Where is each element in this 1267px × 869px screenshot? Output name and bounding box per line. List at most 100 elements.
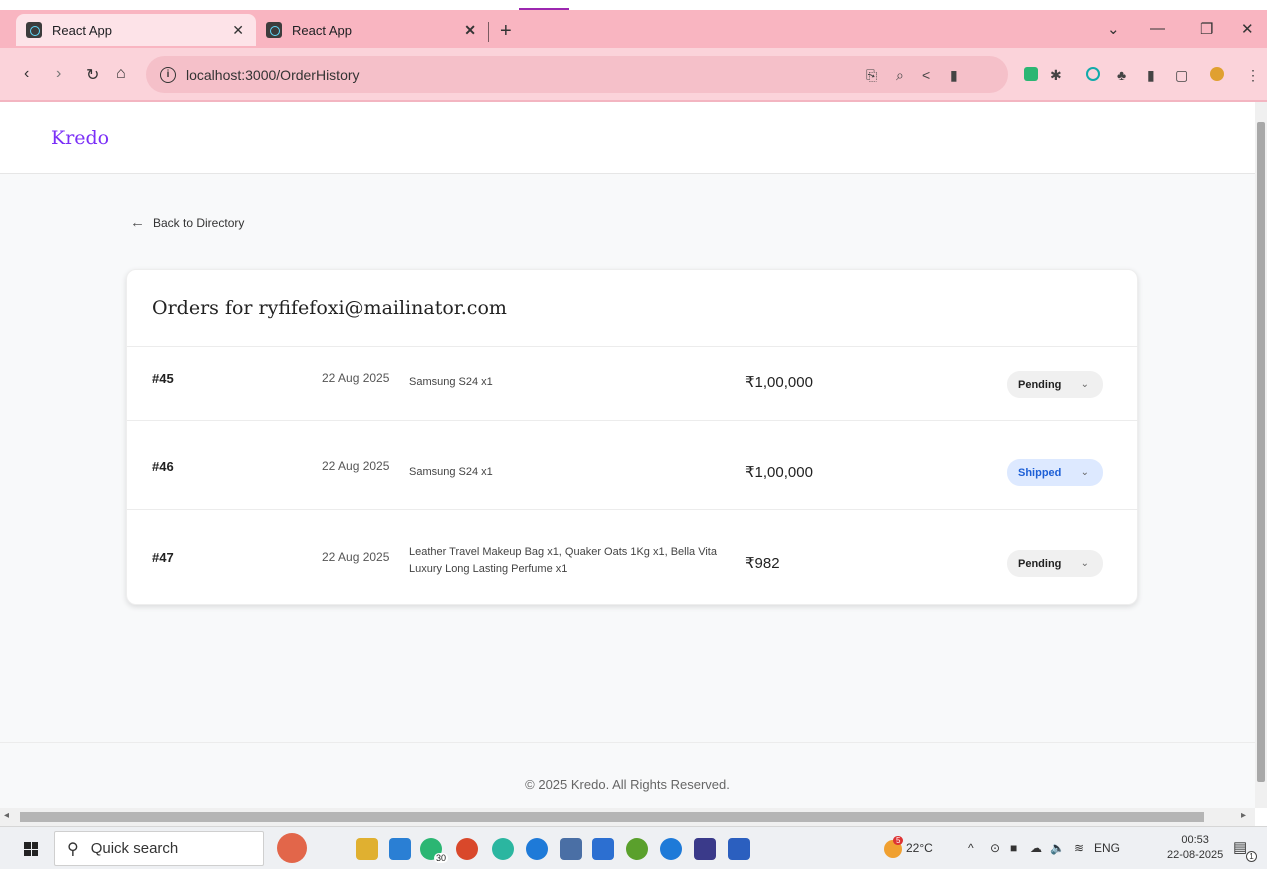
scroll-right-icon[interactable]: ▸: [1241, 810, 1246, 821]
orders-title: Orders for ryfifefoxi@mailinator.com: [152, 297, 507, 319]
react-icon: [26, 22, 42, 38]
wifi-icon[interactable]: ≋: [1074, 841, 1084, 855]
taskbar-search-text: Quick search: [90, 840, 179, 857]
forward-icon[interactable]: ›: [56, 65, 61, 83]
order-amount: ₹1,00,000: [745, 464, 813, 481]
browser-tab-bar: React App ✕ React App ✕ + ⌄ — ❐ ✕: [0, 10, 1267, 48]
vertical-scrollbar[interactable]: [1255, 102, 1267, 808]
order-amount: ₹1,00,000: [745, 374, 813, 391]
tab-search-icon[interactable]: ⌄: [1107, 20, 1120, 38]
taskbar-search[interactable]: ⚲ Quick search: [54, 831, 264, 866]
home-icon[interactable]: ⌂: [116, 65, 126, 83]
clock[interactable]: 00:53 22-08-2025: [1167, 833, 1223, 863]
word-icon[interactable]: [728, 838, 750, 860]
footer-copyright: © 2025 Kredo. All Rights Reserved.: [525, 777, 730, 792]
status-value: Pending: [1018, 557, 1062, 570]
app-icon[interactable]: [694, 838, 716, 860]
close-icon[interactable]: ✕: [232, 22, 244, 39]
react-icon: [266, 22, 282, 38]
order-items: Leather Travel Makeup Bag x1, Quaker Oat…: [409, 546, 717, 575]
store-icon[interactable]: [592, 838, 614, 860]
incognito-icon[interactable]: ♣: [1117, 67, 1126, 83]
order-row: #46 22 Aug 2025 Samsung S24 x1 ₹1,00,000…: [127, 421, 1139, 510]
order-status-select[interactable]: Pending ⌄: [1007, 550, 1103, 577]
app-header: Kredo: [0, 102, 1255, 174]
sidepanel-icon[interactable]: ▢: [1175, 67, 1188, 84]
app-icon[interactable]: [626, 838, 648, 860]
volume-icon[interactable]: 🔈: [1050, 841, 1065, 855]
file-explorer-icon[interactable]: [356, 838, 378, 860]
restore-icon[interactable]: ❐: [1200, 20, 1213, 38]
zoom-icon[interactable]: ⌕: [896, 67, 904, 84]
edge-icon[interactable]: [660, 838, 682, 860]
chrome-profile-icon[interactable]: [492, 838, 514, 860]
clock-date: 22-08-2025: [1167, 849, 1224, 861]
extension-icon[interactable]: [1086, 67, 1100, 81]
order-row: #45 22 Aug 2025 Samsung S24 x1 ₹1,00,000…: [127, 347, 1139, 421]
order-items: Samsung S24 x1: [409, 466, 493, 478]
status-value: Shipped: [1018, 466, 1062, 479]
tab-title: React App: [52, 22, 112, 38]
browser-tab-1[interactable]: React App ✕: [16, 14, 256, 46]
address-bar[interactable]: i localhost:3000/OrderHistory: [146, 56, 1008, 93]
weather-badge: 5: [893, 836, 904, 845]
info-icon[interactable]: i: [160, 66, 176, 83]
order-status-select[interactable]: Shipped ⌄: [1007, 459, 1103, 486]
profile-avatar[interactable]: [1210, 67, 1224, 81]
reload-icon[interactable]: ↻: [86, 65, 99, 85]
order-amount: ₹982: [745, 555, 780, 572]
chevron-down-icon: ⌄: [1080, 467, 1089, 478]
horizontal-scrollbar[interactable]: ◂ ▸: [0, 808, 1255, 826]
whatsapp-badge: 30: [434, 853, 449, 863]
cloud-icon[interactable]: ☁: [1030, 841, 1042, 855]
clock-time: 00:53: [1181, 834, 1209, 846]
browser-tab-2[interactable]: React App ✕: [256, 14, 488, 46]
edge-icon[interactable]: [526, 838, 548, 860]
language-indicator[interactable]: ENG: [1094, 841, 1120, 855]
order-status-select[interactable]: Pending ⌄: [1007, 371, 1103, 398]
chevron-up-icon[interactable]: ^: [968, 841, 974, 855]
page: Kredo ← Back to Directory Orders for ryf…: [0, 102, 1255, 808]
scroll-left-icon[interactable]: ◂: [4, 810, 9, 821]
status-value: Pending: [1018, 378, 1062, 391]
chrome-icon[interactable]: [456, 838, 478, 860]
puzzle-icon[interactable]: ✱: [1050, 67, 1062, 84]
bookmark-icon[interactable]: ▮: [950, 67, 958, 84]
order-date: 22 Aug 2025: [322, 371, 390, 385]
windows-start-icon[interactable]: [24, 842, 38, 856]
scrollbar-thumb[interactable]: [20, 812, 1204, 822]
weather-temp[interactable]: 22°C: [906, 841, 933, 855]
order-id: #45: [152, 371, 174, 386]
back-link-label: Back to Directory: [153, 215, 245, 230]
reading-list-icon[interactable]: ▮: [1147, 67, 1155, 84]
order-id: #47: [152, 550, 174, 565]
notification-icon[interactable]: ▤: [1233, 838, 1247, 856]
browser-toolbar: ‹ › ↻ ⌂ i localhost:3000/OrderHistory ⎘ …: [0, 48, 1267, 102]
tray-icon[interactable]: ⊙: [990, 841, 1000, 855]
minimize-icon[interactable]: —: [1150, 20, 1165, 37]
back-to-directory-link[interactable]: ← Back to Directory: [130, 214, 244, 231]
order-date: 22 Aug 2025: [322, 550, 390, 564]
order-id: #46: [152, 459, 174, 474]
tray-icon[interactable]: ■: [1010, 841, 1017, 855]
scrollbar-thumb[interactable]: [1257, 122, 1265, 782]
back-icon[interactable]: ‹: [24, 65, 29, 83]
close-icon[interactable]: ✕: [464, 22, 476, 39]
vscode-icon[interactable]: [389, 838, 411, 860]
address-text: localhost:3000/OrderHistory: [186, 66, 360, 83]
extension-icon[interactable]: [1024, 67, 1038, 81]
new-tab-button[interactable]: +: [500, 20, 512, 43]
arrow-left-icon: ←: [130, 214, 145, 231]
top-strip: [0, 0, 1267, 11]
chevron-down-icon: ⌄: [1080, 558, 1089, 569]
search-icon: ⚲: [67, 840, 79, 858]
notification-badge: 1: [1246, 851, 1257, 862]
menu-icon[interactable]: ⋮: [1246, 67, 1260, 84]
widget-icon[interactable]: [277, 833, 307, 863]
install-icon[interactable]: ⎘: [866, 67, 877, 84]
app-icon[interactable]: [560, 838, 582, 860]
window-close-icon[interactable]: ✕: [1241, 20, 1254, 38]
brand-logo[interactable]: Kredo: [51, 127, 109, 149]
chevron-down-icon: ⌄: [1080, 379, 1089, 390]
share-icon[interactable]: <: [922, 67, 930, 83]
